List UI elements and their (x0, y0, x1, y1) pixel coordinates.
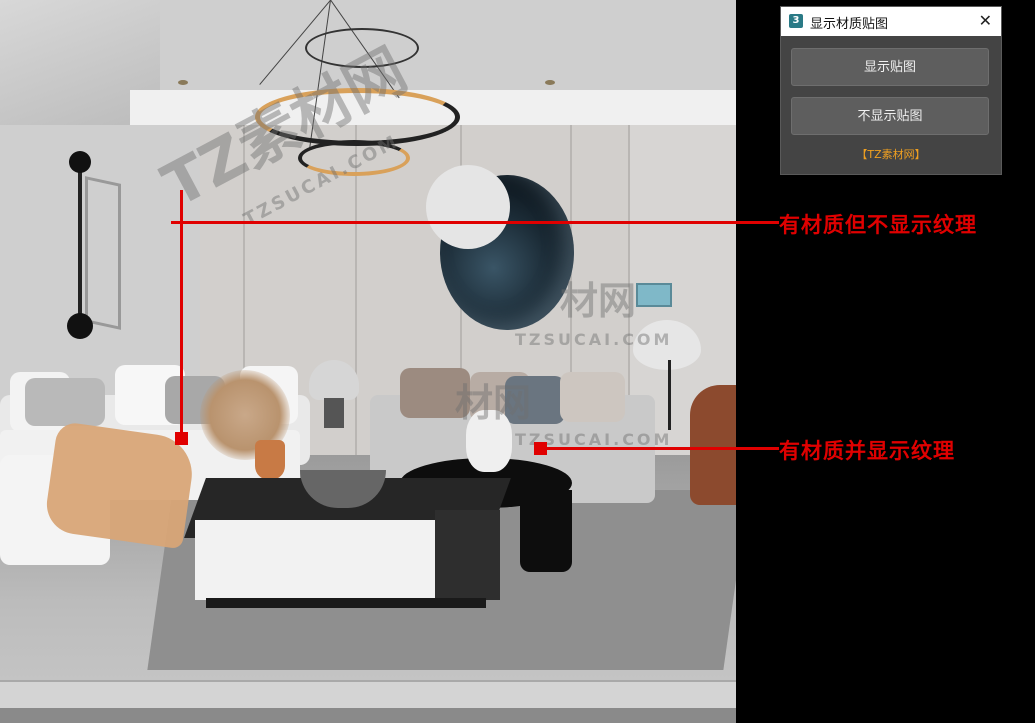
hide-map-button[interactable]: 不显示贴图 (791, 97, 989, 135)
floor-base (0, 708, 736, 723)
annotation-line-lower (540, 447, 779, 450)
side-table-leg (520, 490, 572, 572)
dialog-title: 显示材质贴图 (810, 17, 889, 32)
watermark-brand-short: 材网 (455, 381, 532, 425)
coffee-table-side (435, 510, 500, 600)
annotation-label-lower: 有材质并显示纹理 (779, 438, 955, 463)
watermark-brand-short: 材网 (560, 279, 637, 323)
viewport-3d[interactable]: TZ素材网 TZSUCAI.COM 材网 TZSUCAI.COM 材网 TZSU… (0, 0, 736, 723)
wall-picture-frame (636, 283, 672, 307)
cushion (560, 372, 625, 422)
app-logo-icon: 3 (789, 14, 803, 28)
downlight (545, 80, 555, 85)
annotation-marker-lower (534, 442, 547, 455)
sconce-ball (69, 151, 91, 173)
coffee-table-front (195, 520, 435, 600)
show-map-button[interactable]: 显示贴图 (791, 48, 989, 86)
annotation-label-upper: 有材质但不显示纹理 (779, 212, 977, 237)
material-display-dialog[interactable]: 3 显示材质贴图 ✕ 显示贴图 不显示贴图 【TZ素材网】 (780, 6, 1002, 175)
annotation-line-vertical (180, 190, 183, 440)
sconce-rod (78, 160, 82, 325)
close-icon[interactable]: ✕ (979, 11, 992, 31)
throw-blanket (43, 420, 197, 550)
annotation-marker-upper (175, 432, 188, 445)
coffee-table-base (206, 598, 486, 608)
cushion (25, 378, 105, 426)
dialog-titlebar[interactable]: 3 显示材质贴图 ✕ (781, 7, 1001, 36)
sconce-frame (85, 176, 121, 330)
floor-lamp-pole (668, 360, 671, 430)
wall-art-sphere-untextured (426, 165, 510, 249)
downlight (178, 80, 188, 85)
armchair (690, 385, 736, 505)
watermark-site: TZSUCAI.COM (515, 330, 673, 349)
sconce-ball (67, 313, 93, 339)
dialog-footer-link[interactable]: 【TZ素材网】 (781, 146, 1001, 162)
vase (255, 440, 285, 480)
annotation-line-upper (171, 221, 779, 224)
table-lamp-base (324, 398, 344, 428)
